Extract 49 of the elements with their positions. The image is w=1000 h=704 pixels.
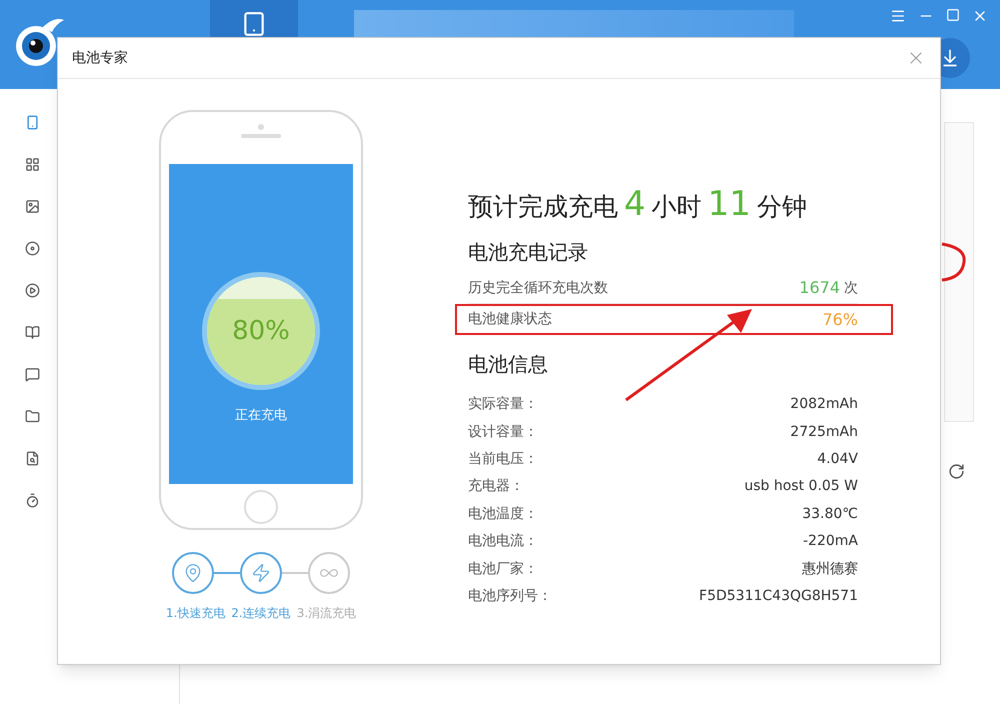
image-icon[interactable]: [25, 198, 40, 214]
info-label: 充电器：: [468, 477, 524, 496]
info-label: 电池电流：: [468, 532, 538, 552]
step-label: 2.连续充电: [231, 605, 291, 622]
info-label: 电池温度：: [468, 504, 538, 524]
folder-icon[interactable]: [25, 408, 40, 424]
time-number: 11: [708, 183, 751, 226]
time-number: 4: [624, 183, 646, 226]
info-value: 2725mAh: [790, 422, 858, 442]
step-label: 3.涓流充电: [296, 605, 356, 622]
book-icon[interactable]: [25, 324, 40, 340]
estimate-text: 预计完成充电: [468, 191, 618, 223]
charging-status: 正在充电: [235, 407, 287, 425]
estimate-text: 分钟: [756, 191, 807, 223]
chat-icon[interactable]: [25, 366, 40, 382]
info-value: 惠州德赛: [802, 560, 858, 579]
step-pin-icon: [183, 563, 203, 583]
record-value: 1674: [799, 277, 840, 299]
info-value: -220mA: [803, 532, 858, 552]
record-unit: 次: [844, 278, 858, 298]
info-value: 33.80℃: [802, 504, 858, 524]
grid-icon[interactable]: [25, 156, 40, 172]
disc-icon[interactable]: [25, 240, 40, 256]
play-icon[interactable]: [25, 282, 40, 298]
info-label: 设计容量：: [468, 422, 538, 442]
info-value: 2082mAh: [790, 395, 858, 414]
menu-icon[interactable]: [890, 8, 906, 24]
info-label: 当前电压：: [468, 450, 538, 469]
info-value: usb host 0.05 W: [744, 477, 858, 496]
maximize-icon[interactable]: [946, 8, 960, 22]
step-bolt-icon: [251, 563, 271, 583]
info-value: F5D5311C43QG8H571: [699, 586, 858, 606]
section-title: 电池充电记录: [468, 239, 589, 266]
section-title: 电池信息: [468, 351, 549, 378]
info-value: 4.04V: [817, 450, 858, 469]
dialog-title: 电池专家: [72, 48, 128, 68]
refresh-icon[interactable]: [948, 463, 965, 480]
info-label: 实际容量：: [468, 395, 538, 414]
info-label: 电池厂家：: [468, 560, 538, 579]
info-label: 电池序列号：: [468, 586, 552, 606]
record-label: 历史完全循环充电次数: [468, 278, 608, 298]
file-search-icon[interactable]: [25, 450, 40, 466]
estimate-text: 小时: [652, 191, 702, 223]
record-value: 76%: [822, 308, 858, 330]
timer-icon[interactable]: [25, 492, 40, 508]
step-label: 1.快速充电: [166, 605, 226, 622]
phone-icon[interactable]: [25, 114, 40, 130]
record-label: 电池健康状态: [468, 310, 552, 329]
battery-percent: 80%: [232, 314, 290, 348]
